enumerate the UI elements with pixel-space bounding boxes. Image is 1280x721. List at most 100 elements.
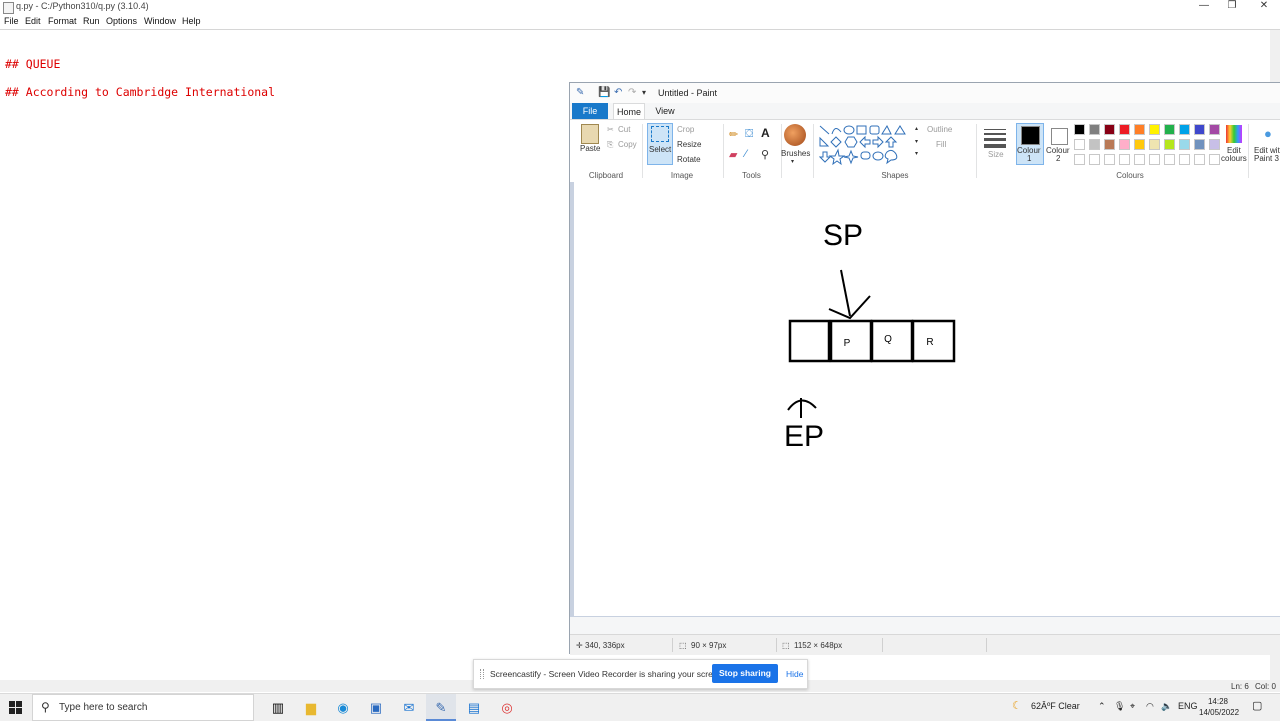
outline-button[interactable]: Outline [927,125,952,134]
weather-text[interactable]: 62ÂºF Clear [1031,701,1080,711]
palette-swatch[interactable] [1194,139,1205,150]
windows-start-icon[interactable] [9,701,22,714]
palette-swatch[interactable] [1089,124,1100,135]
hide-button[interactable]: Hide [786,669,803,679]
copy-icon[interactable]: ⎘ [607,140,613,150]
menu-help[interactable]: Help [182,16,201,26]
tab-home[interactable]: Home [613,103,645,119]
brushes-dropdown-icon[interactable]: ▾ [791,158,794,165]
shapes-gallery[interactable] [818,124,913,166]
customize-toolbar-icon[interactable]: ▾ [642,88,646,97]
palette-swatch[interactable] [1074,139,1085,150]
close-icon[interactable]: ✕ [1252,0,1276,11]
custom-colour-slot[interactable] [1209,154,1220,165]
show-hidden-icons-icon[interactable]: ⌃ [1098,701,1106,712]
menu-file[interactable]: File [4,16,19,26]
select-button[interactable]: Select [649,145,671,154]
language-indicator[interactable]: ENG [1178,701,1198,711]
network-icon[interactable]: ◠ [1146,701,1154,712]
undo-icon[interactable]: ↶ [614,87,622,98]
palette-swatch[interactable] [1134,124,1145,135]
paint-taskbar-icon[interactable]: ▤ [459,694,489,721]
task-view-icon[interactable]: ▥ [263,694,293,721]
custom-colour-slot[interactable] [1164,154,1175,165]
palette-swatch[interactable] [1134,139,1145,150]
brushes-icon[interactable] [784,124,806,146]
magnifier-icon[interactable]: ⚲ [761,148,769,161]
palette-swatch[interactable] [1119,139,1130,150]
palette-swatch[interactable] [1149,139,1160,150]
save-icon[interactable]: 💾 [598,87,610,98]
chrome-browser-icon[interactable]: ◎ [492,694,522,721]
copy-button[interactable]: Copy [618,140,637,149]
volume-icon[interactable]: 🔈 [1161,701,1172,712]
palette-swatch[interactable] [1104,124,1115,135]
palette-swatch[interactable] [1194,124,1205,135]
palette-swatch[interactable] [1149,124,1160,135]
menu-edit[interactable]: Edit [25,16,41,26]
custom-colour-slot[interactable] [1194,154,1205,165]
palette-swatch[interactable] [1179,124,1190,135]
size-icon[interactable] [984,126,1006,148]
shapes-scroll-up-icon[interactable]: ▴ [915,125,918,132]
shapes-expand-icon[interactable]: ▾ [915,150,918,157]
mail-icon[interactable]: ✉ [394,694,424,721]
resize-button[interactable]: Resize [677,140,701,149]
minimize-icon[interactable]: — [1192,0,1216,11]
fill-button[interactable]: Fill [936,140,946,149]
palette-swatch[interactable] [1179,139,1190,150]
menu-window[interactable]: Window [144,16,176,26]
stop-sharing-button[interactable]: Stop sharing [712,664,778,683]
cut-icon[interactable]: ✂ [607,125,614,134]
palette-swatch[interactable] [1074,124,1085,135]
tab-view[interactable]: View [650,103,680,118]
custom-colour-slot[interactable] [1149,154,1160,165]
custom-colour-slot[interactable] [1074,154,1085,165]
paste-button[interactable]: Paste [580,144,600,153]
microsoft-store-icon[interactable]: ▣ [361,694,391,721]
menu-format[interactable]: Format [48,16,77,26]
custom-colour-slot[interactable] [1179,154,1190,165]
python-idle-taskbar-icon[interactable]: ✎ [426,694,456,721]
brushes-button[interactable]: Brushes [781,149,810,158]
palette-swatch[interactable] [1089,139,1100,150]
redo-icon[interactable]: ↷ [628,87,636,98]
eraser-icon[interactable]: ▰ [729,148,737,161]
paint3d-icon[interactable]: ● [1264,126,1272,141]
palette-swatch[interactable] [1209,124,1220,135]
colour2-swatch[interactable] [1051,128,1068,145]
tab-file[interactable]: File [572,103,608,119]
custom-colour-slot[interactable] [1089,154,1100,165]
custom-colour-slot[interactable] [1104,154,1115,165]
file-explorer-icon[interactable]: ▆ [296,694,326,721]
location-icon[interactable]: ⌖ [1130,701,1135,712]
weather-icon[interactable]: ☾ [1012,699,1022,712]
custom-colour-slot[interactable] [1134,154,1145,165]
drawing-canvas[interactable]: SP P Q R EP [574,182,1280,616]
menu-run[interactable]: Run [83,16,100,26]
taskbar-clock[interactable]: 14:28 14/05/2022 [1199,696,1239,718]
size-button[interactable]: Size [988,150,1004,159]
custom-colour-slot[interactable] [1119,154,1130,165]
edit-colours-icon[interactable] [1226,125,1242,143]
color-picker-icon[interactable]: ⁄ [745,148,747,160]
pencil-icon[interactable]: ✏ [729,128,738,141]
cut-button[interactable]: Cut [618,125,630,134]
fill-bucket-icon[interactable]: ⛋ [745,128,753,141]
menu-options[interactable]: Options [106,16,137,26]
text-tool-icon[interactable]: A [761,126,770,140]
code-line-2[interactable]: ## According to Cambridge International [5,85,275,99]
palette-swatch[interactable] [1104,139,1115,150]
shapes-scroll-down-icon[interactable]: ▾ [915,138,918,145]
crop-button[interactable]: Crop [677,125,694,134]
taskbar-search-box[interactable]: ⚲ Type here to search [32,694,254,721]
maximize-icon[interactable]: ❐ [1220,0,1244,11]
drag-handle-icon[interactable] [480,669,484,679]
palette-swatch[interactable] [1209,139,1220,150]
palette-swatch[interactable] [1119,124,1130,135]
code-line-1[interactable]: ## QUEUE [5,57,60,71]
palette-swatch[interactable] [1164,124,1175,135]
microphone-icon[interactable]: 🎙 [1114,701,1125,712]
paste-icon[interactable] [581,124,599,144]
notifications-icon[interactable]: ▢ [1252,699,1262,712]
